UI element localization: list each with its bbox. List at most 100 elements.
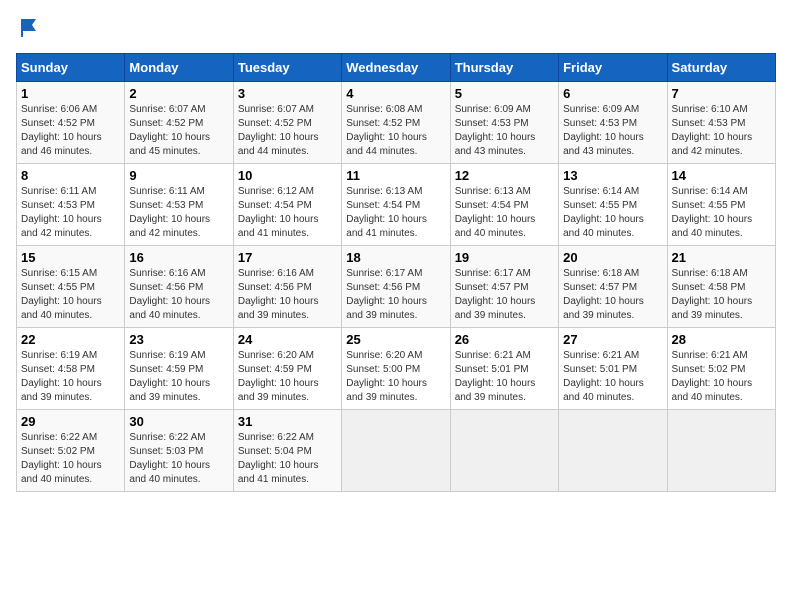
empty-cell (667, 409, 775, 491)
day-info: Sunrise: 6:07 AMSunset: 4:52 PMDaylight:… (238, 103, 337, 159)
day-number: 13 (563, 168, 662, 183)
day-info: Sunrise: 6:14 AMSunset: 4:55 PMDaylight:… (563, 185, 662, 241)
weekday-header-sunday: Sunday (17, 53, 125, 81)
weekday-header-row: SundayMondayTuesdayWednesdayThursdayFrid… (17, 53, 776, 81)
day-number: 25 (346, 332, 445, 347)
day-number: 8 (21, 168, 120, 183)
day-cell-6: 6 Sunrise: 6:09 AMSunset: 4:53 PMDaylight… (559, 81, 667, 163)
day-info: Sunrise: 6:18 AMSunset: 4:58 PMDaylight:… (672, 267, 771, 323)
day-info: Sunrise: 6:19 AMSunset: 4:58 PMDaylight:… (21, 349, 120, 405)
day-info: Sunrise: 6:22 AMSunset: 5:04 PMDaylight:… (238, 431, 337, 487)
weekday-header-wednesday: Wednesday (342, 53, 450, 81)
day-cell-7: 7 Sunrise: 6:10 AMSunset: 4:53 PMDaylight… (667, 81, 775, 163)
day-number: 11 (346, 168, 445, 183)
day-cell-17: 17Sunrise: 6:16 AMSunset: 4:56 PMDayligh… (233, 245, 341, 327)
week-row-3: 15Sunrise: 6:15 AMSunset: 4:55 PMDayligh… (17, 245, 776, 327)
day-cell-13: 13 Sunrise: 6:14 AMSunset: 4:55 PMDayligh… (559, 163, 667, 245)
weekday-header-thursday: Thursday (450, 53, 558, 81)
day-number: 1 (21, 86, 120, 101)
calendar-table: SundayMondayTuesdayWednesdayThursdayFrid… (16, 53, 776, 492)
day-number: 4 (346, 86, 445, 101)
day-number: 5 (455, 86, 554, 101)
week-row-5: 29 Sunrise: 6:22 AMSunset: 5:02 PMDayligh… (17, 409, 776, 491)
empty-cell (342, 409, 450, 491)
day-number: 12 (455, 168, 554, 183)
empty-cell (559, 409, 667, 491)
day-number: 2 (129, 86, 228, 101)
day-cell-28: 28 Sunrise: 6:21 AMSunset: 5:02 PMDayligh… (667, 327, 775, 409)
day-info: Sunrise: 6:21 AMSunset: 5:01 PMDaylight:… (563, 349, 662, 405)
day-cell-24: 24 Sunrise: 6:20 AMSunset: 4:59 PMDayligh… (233, 327, 341, 409)
day-cell-3: 3Sunrise: 6:07 AMSunset: 4:52 PMDaylight… (233, 81, 341, 163)
day-number: 23 (129, 332, 228, 347)
day-number: 28 (672, 332, 771, 347)
day-cell-5: 5 Sunrise: 6:09 AMSunset: 4:53 PMDaylight… (450, 81, 558, 163)
logo (16, 16, 42, 45)
day-cell-18: 18Sunrise: 6:17 AMSunset: 4:56 PMDayligh… (342, 245, 450, 327)
day-number: 9 (129, 168, 228, 183)
page-header (16, 16, 776, 45)
day-number: 26 (455, 332, 554, 347)
day-info: Sunrise: 6:08 AMSunset: 4:52 PMDaylight:… (346, 103, 445, 159)
day-cell-16: 16 Sunrise: 6:16 AMSunset: 4:56 PMDayligh… (125, 245, 233, 327)
day-info: Sunrise: 6:18 AMSunset: 4:57 PMDaylight:… (563, 267, 662, 323)
day-info: Sunrise: 6:13 AMSunset: 4:54 PMDaylight:… (346, 185, 445, 241)
day-info: Sunrise: 6:07 AMSunset: 4:52 PMDaylight:… (129, 103, 228, 159)
day-info: Sunrise: 6:21 AMSunset: 5:02 PMDaylight:… (672, 349, 771, 405)
day-cell-4: 4 Sunrise: 6:08 AMSunset: 4:52 PMDaylight… (342, 81, 450, 163)
day-number: 20 (563, 250, 662, 265)
week-row-2: 8 Sunrise: 6:11 AMSunset: 4:53 PMDaylight… (17, 163, 776, 245)
day-cell-9: 9 Sunrise: 6:11 AMSunset: 4:53 PMDaylight… (125, 163, 233, 245)
day-info: Sunrise: 6:10 AMSunset: 4:53 PMDaylight:… (672, 103, 771, 159)
day-info: Sunrise: 6:22 AMSunset: 5:03 PMDaylight:… (129, 431, 228, 487)
day-cell-21: 21Sunrise: 6:18 AMSunset: 4:58 PMDayligh… (667, 245, 775, 327)
day-cell-19: 19Sunrise: 6:17 AMSunset: 4:57 PMDayligh… (450, 245, 558, 327)
day-info: Sunrise: 6:14 AMSunset: 4:55 PMDaylight:… (672, 185, 771, 241)
day-cell-23: 23 Sunrise: 6:19 AMSunset: 4:59 PMDayligh… (125, 327, 233, 409)
day-cell-2: 2 Sunrise: 6:07 AMSunset: 4:52 PMDaylight… (125, 81, 233, 163)
week-row-4: 22 Sunrise: 6:19 AMSunset: 4:58 PMDayligh… (17, 327, 776, 409)
day-cell-22: 22 Sunrise: 6:19 AMSunset: 4:58 PMDayligh… (17, 327, 125, 409)
day-info: Sunrise: 6:20 AMSunset: 5:00 PMDaylight:… (346, 349, 445, 405)
day-cell-12: 12 Sunrise: 6:13 AMSunset: 4:54 PMDayligh… (450, 163, 558, 245)
day-number: 31 (238, 414, 337, 429)
day-info: Sunrise: 6:16 AMSunset: 4:56 PMDaylight:… (238, 267, 337, 323)
day-number: 14 (672, 168, 771, 183)
day-number: 10 (238, 168, 337, 183)
day-info: Sunrise: 6:09 AMSunset: 4:53 PMDaylight:… (563, 103, 662, 159)
day-cell-29: 29 Sunrise: 6:22 AMSunset: 5:02 PMDayligh… (17, 409, 125, 491)
day-info: Sunrise: 6:09 AMSunset: 4:53 PMDaylight:… (455, 103, 554, 159)
day-info: Sunrise: 6:20 AMSunset: 4:59 PMDaylight:… (238, 349, 337, 405)
logo-flag-icon (18, 16, 42, 40)
day-number: 24 (238, 332, 337, 347)
day-number: 16 (129, 250, 228, 265)
day-number: 19 (455, 250, 554, 265)
day-info: Sunrise: 6:15 AMSunset: 4:55 PMDaylight:… (21, 267, 120, 323)
day-cell-20: 20 Sunrise: 6:18 AMSunset: 4:57 PMDayligh… (559, 245, 667, 327)
day-info: Sunrise: 6:19 AMSunset: 4:59 PMDaylight:… (129, 349, 228, 405)
weekday-header-monday: Monday (125, 53, 233, 81)
day-number: 29 (21, 414, 120, 429)
weekday-header-tuesday: Tuesday (233, 53, 341, 81)
day-number: 18 (346, 250, 445, 265)
day-cell-31: 31 Sunrise: 6:22 AMSunset: 5:04 PMDayligh… (233, 409, 341, 491)
day-info: Sunrise: 6:22 AMSunset: 5:02 PMDaylight:… (21, 431, 120, 487)
day-number: 7 (672, 86, 771, 101)
day-cell-8: 8Sunrise: 6:11 AMSunset: 4:53 PMDaylight… (17, 163, 125, 245)
day-cell-10: 10 Sunrise: 6:12 AMSunset: 4:54 PMDayligh… (233, 163, 341, 245)
day-cell-27: 27 Sunrise: 6:21 AMSunset: 5:01 PMDayligh… (559, 327, 667, 409)
day-info: Sunrise: 6:13 AMSunset: 4:54 PMDaylight:… (455, 185, 554, 241)
day-number: 27 (563, 332, 662, 347)
day-info: Sunrise: 6:16 AMSunset: 4:56 PMDaylight:… (129, 267, 228, 323)
weekday-header-saturday: Saturday (667, 53, 775, 81)
day-info: Sunrise: 6:11 AMSunset: 4:53 PMDaylight:… (129, 185, 228, 241)
day-cell-26: 26 Sunrise: 6:21 AMSunset: 5:01 PMDayligh… (450, 327, 558, 409)
day-number: 6 (563, 86, 662, 101)
day-cell-1: 1Sunrise: 6:06 AMSunset: 4:52 PMDaylight… (17, 81, 125, 163)
weekday-header-friday: Friday (559, 53, 667, 81)
week-row-1: 1Sunrise: 6:06 AMSunset: 4:52 PMDaylight… (17, 81, 776, 163)
day-info: Sunrise: 6:12 AMSunset: 4:54 PMDaylight:… (238, 185, 337, 241)
day-number: 22 (21, 332, 120, 347)
day-cell-30: 30Sunrise: 6:22 AMSunset: 5:03 PMDayligh… (125, 409, 233, 491)
day-info: Sunrise: 6:21 AMSunset: 5:01 PMDaylight:… (455, 349, 554, 405)
